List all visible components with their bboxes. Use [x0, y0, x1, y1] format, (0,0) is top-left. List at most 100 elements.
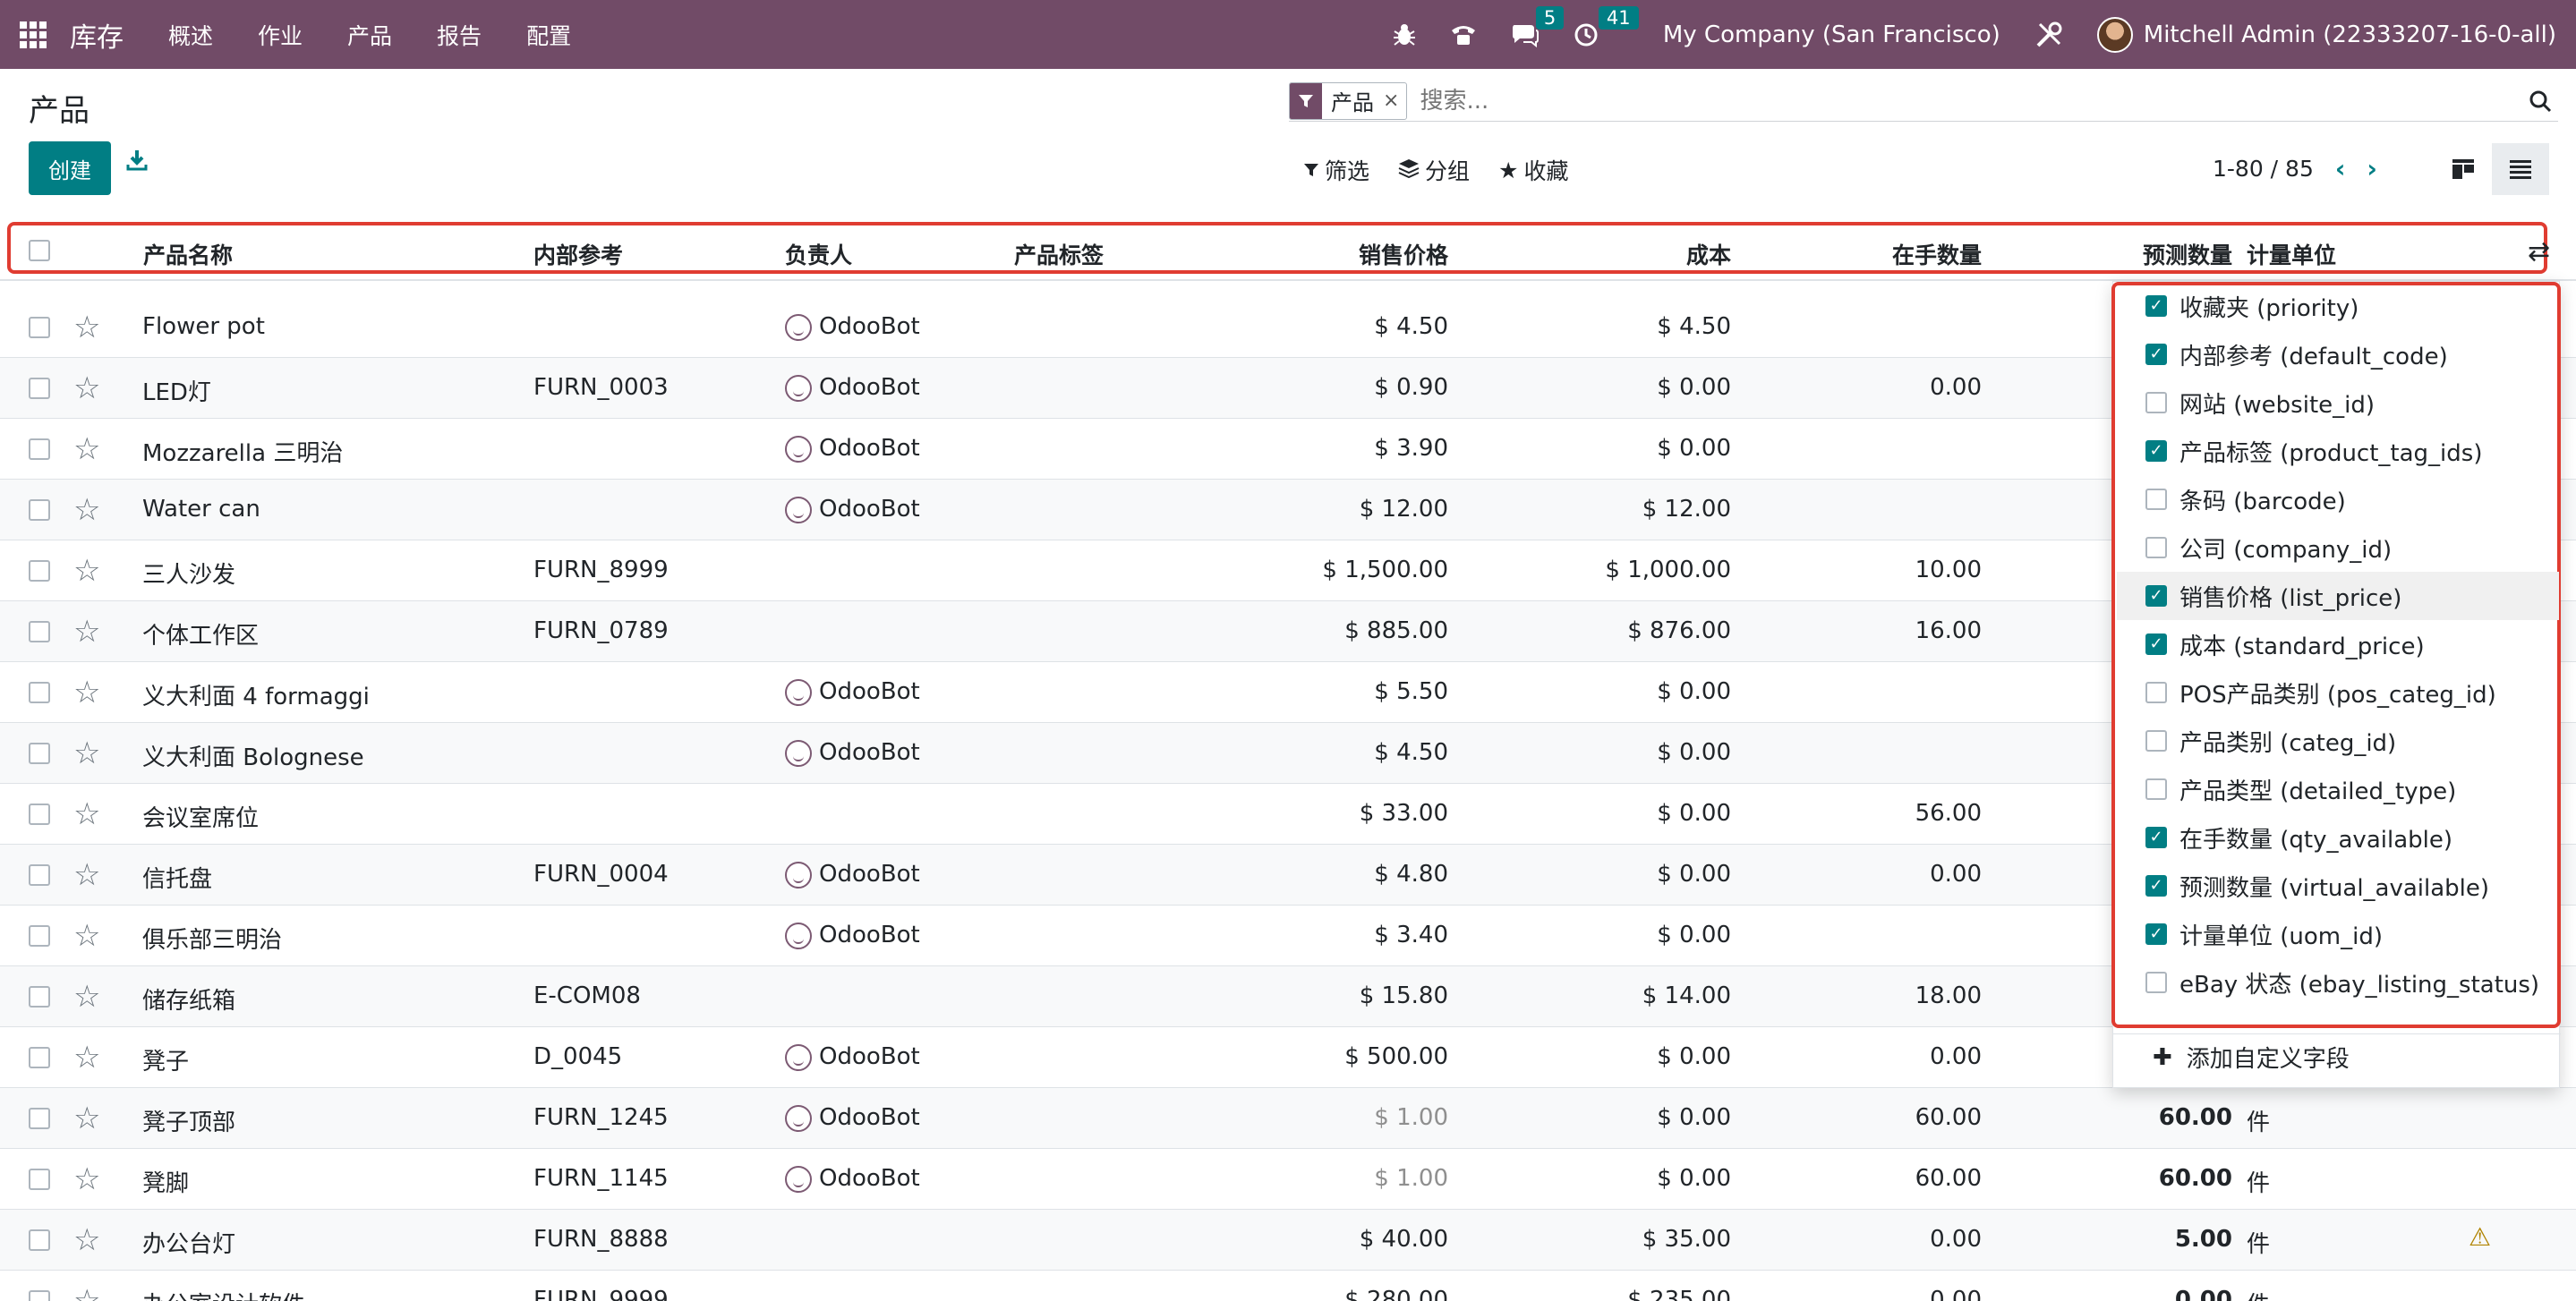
optional-column-item[interactable]: ✓ 成本 (standard_price) [2117, 620, 2559, 668]
table-row[interactable]: ☆ 办公台灯 FURN_8888 $ 40.00 $ 35.00 0.00 5.00 件 ⚠ [0, 1210, 2576, 1271]
favorites-button[interactable]: ★ 收藏 [1498, 154, 1568, 186]
priority-star-icon[interactable]: ☆ [73, 310, 100, 345]
priority-star-icon[interactable]: ☆ [73, 1161, 100, 1197]
optional-column-item[interactable]: ✓ 在手数量 (qty_available) [2117, 813, 2559, 862]
table-row[interactable]: ☆ 凳脚 FURN_1145 OdooBot $ 1.00 $ 0.00 60.00 60.0… [0, 1149, 2576, 1210]
optional-column-checkbox[interactable] [2145, 778, 2167, 800]
optional-column-checkbox[interactable] [2145, 392, 2167, 413]
optional-column-item[interactable]: 产品类型 (detailed_type) [2117, 765, 2559, 813]
row-checkbox[interactable] [29, 499, 50, 521]
optional-column-checkbox[interactable] [2145, 730, 2167, 752]
table-row[interactable]: ☆ 办公室设计软件 FURN_9999 $ 280.00 $ 235.00 0.00 0.0… [0, 1271, 2576, 1301]
optional-column-checkbox[interactable]: ✓ [2145, 827, 2167, 848]
menu-operations[interactable]: 作业 [258, 19, 303, 51]
messages-icon[interactable]: 5 [1511, 5, 1565, 47]
priority-star-icon[interactable]: ☆ [73, 614, 100, 650]
groupby-button[interactable]: 分组 [1398, 154, 1470, 186]
priority-star-icon[interactable]: ☆ [73, 675, 100, 710]
menu-reporting[interactable]: 报告 [437, 19, 482, 51]
settings-tools-icon[interactable] [2034, 21, 2063, 49]
optional-column-checkbox[interactable]: ✓ [2145, 875, 2167, 897]
row-checkbox[interactable] [29, 743, 50, 764]
row-checkbox[interactable] [29, 1169, 50, 1190]
optional-column-item[interactable]: ✓ 内部参考 (default_code) [2117, 330, 2559, 378]
header-product-tags[interactable]: 产品标签 [1014, 238, 1104, 270]
pager-previous-icon[interactable]: ‹ [2335, 154, 2346, 183]
priority-star-icon[interactable]: ☆ [73, 553, 100, 589]
activities-clock-icon[interactable]: 41 [1574, 5, 1639, 47]
row-checkbox[interactable] [29, 560, 50, 582]
user-menu[interactable]: Mitchell Admin (22333207-16-0-all) [2096, 16, 2556, 53]
row-checkbox[interactable] [29, 621, 50, 642]
priority-star-icon[interactable]: ☆ [73, 1222, 100, 1258]
priority-star-icon[interactable]: ☆ [73, 370, 100, 406]
optional-column-checkbox[interactable] [2145, 489, 2167, 510]
optional-column-checkbox[interactable] [2145, 682, 2167, 703]
row-checkbox[interactable] [29, 986, 50, 1008]
optional-column-checkbox[interactable]: ✓ [2145, 295, 2167, 317]
create-button[interactable]: 创建 [29, 141, 111, 195]
optional-column-item[interactable]: 网站 (website_id) [2117, 378, 2559, 427]
app-brand[interactable]: 库存 [70, 15, 124, 55]
optional-columns-toggle-icon[interactable]: ⇄ [2528, 236, 2550, 268]
optional-column-item[interactable]: ✓ 计量单位 (uom_id) [2117, 910, 2559, 958]
optional-column-item[interactable]: ✓ 预测数量 (virtual_available) [2117, 862, 2559, 910]
list-view-icon[interactable] [2492, 143, 2549, 195]
row-checkbox[interactable] [29, 438, 50, 460]
row-checkbox[interactable] [29, 1290, 50, 1301]
header-product-name[interactable]: 产品名称 [143, 238, 233, 270]
priority-star-icon[interactable]: ☆ [73, 918, 100, 954]
priority-star-icon[interactable]: ☆ [73, 492, 100, 528]
filter-button[interactable]: 筛选 [1303, 154, 1369, 186]
row-checkbox[interactable] [29, 378, 50, 399]
priority-star-icon[interactable]: ☆ [73, 1101, 100, 1136]
optional-column-checkbox[interactable] [2145, 972, 2167, 993]
header-qty-on-hand[interactable]: 在手数量 [1844, 238, 1982, 270]
row-checkbox[interactable] [29, 682, 50, 703]
pager-value[interactable]: 1-80 / 85 [2213, 156, 2314, 182]
priority-star-icon[interactable]: ☆ [73, 1040, 100, 1076]
row-checkbox[interactable] [29, 925, 50, 947]
header-uom[interactable]: 计量单位 [2247, 238, 2336, 270]
optional-column-item[interactable]: POS产品类别 (pos_categ_id) [2117, 668, 2559, 717]
facet-remove-icon[interactable]: × [1383, 89, 1406, 112]
optional-column-checkbox[interactable]: ✓ [2145, 923, 2167, 945]
download-icon[interactable] [125, 149, 149, 178]
optional-column-item[interactable]: 条码 (barcode) [2117, 475, 2559, 523]
row-checkbox[interactable] [29, 1229, 50, 1251]
phone-icon[interactable] [1450, 23, 1477, 47]
header-responsible[interactable]: 负责人 [785, 238, 852, 270]
row-checkbox[interactable] [29, 1047, 50, 1068]
pager-next-icon[interactable]: › [2367, 154, 2377, 183]
optional-column-checkbox[interactable]: ✓ [2145, 585, 2167, 607]
priority-star-icon[interactable]: ☆ [73, 857, 100, 893]
optional-column-item[interactable]: ✓ 销售价格 (list_price) [2117, 572, 2559, 620]
table-row[interactable]: ☆ 凳子顶部 FURN_1245 OdooBot $ 1.00 $ 0.00 60.00 60… [0, 1088, 2576, 1149]
menu-configuration[interactable]: 配置 [526, 19, 571, 51]
optional-column-item[interactable]: eBay 状态 (ebay_listing_status) [2117, 958, 2559, 1007]
row-checkbox[interactable] [29, 317, 50, 338]
priority-star-icon[interactable]: ☆ [73, 979, 100, 1015]
optional-column-checkbox[interactable]: ✓ [2145, 440, 2167, 462]
header-cost[interactable]: 成本 [1593, 238, 1731, 270]
priority-star-icon[interactable]: ☆ [73, 736, 100, 771]
select-all-checkbox[interactable] [29, 240, 50, 261]
menu-products[interactable]: 产品 [347, 19, 392, 51]
optional-column-item[interactable]: ✓ 收藏夹 (priority) [2117, 282, 2559, 330]
add-custom-field-button[interactable]: ✚ 添加自定义字段 [2153, 1041, 2350, 1074]
row-checkbox[interactable] [29, 804, 50, 825]
row-checkbox[interactable] [29, 1108, 50, 1129]
optional-column-item[interactable]: 产品类别 (categ_id) [2117, 717, 2559, 765]
optional-column-checkbox[interactable]: ✓ [2145, 633, 2167, 655]
priority-star-icon[interactable]: ☆ [73, 1283, 100, 1301]
priority-star-icon[interactable]: ☆ [73, 796, 100, 832]
header-forecast-qty[interactable]: 预测数量 [2094, 238, 2232, 270]
optional-column-checkbox[interactable]: ✓ [2145, 344, 2167, 365]
kanban-view-icon[interactable] [2435, 143, 2492, 195]
apps-menu-icon[interactable] [20, 21, 47, 48]
menu-overview[interactable]: 概述 [168, 19, 213, 51]
search-icon[interactable] [2522, 83, 2558, 119]
header-sales-price[interactable]: 销售价格 [1298, 238, 1448, 270]
debug-bug-icon[interactable] [1393, 22, 1416, 47]
optional-column-item[interactable]: ✓ 产品标签 (product_tag_ids) [2117, 427, 2559, 475]
